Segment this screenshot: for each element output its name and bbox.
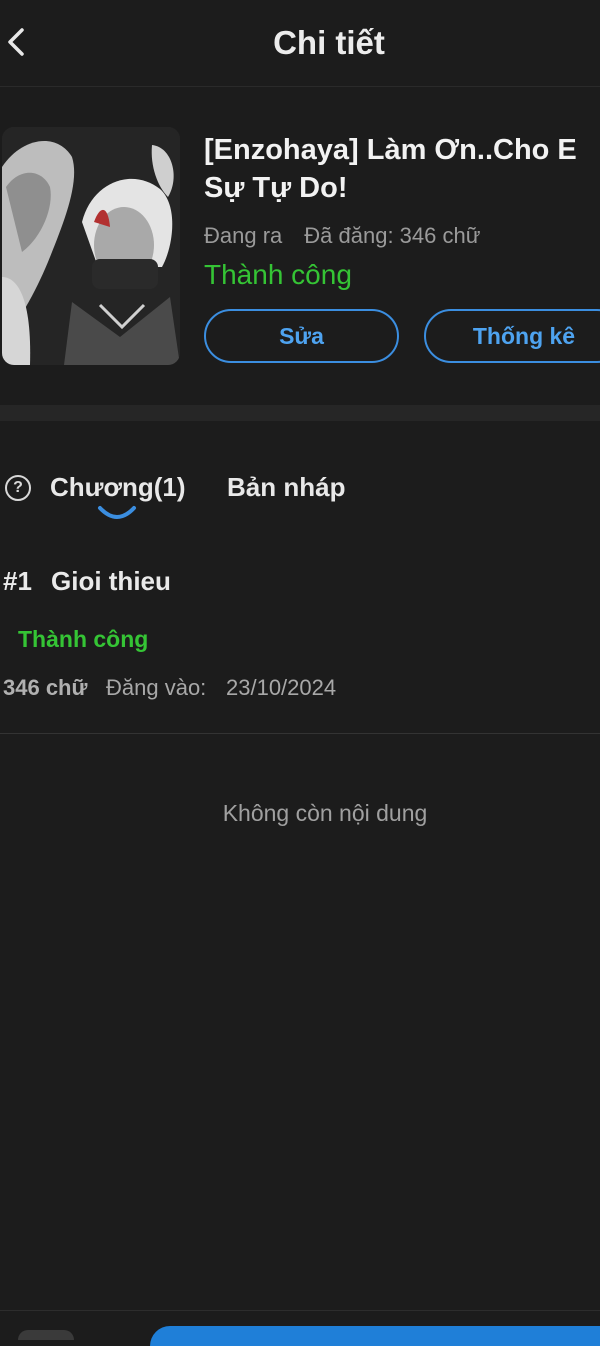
tab-chapters[interactable]: Chương(1) <box>50 472 186 503</box>
bottom-divider <box>0 1310 600 1311</box>
chapter-title: Gioi thieu <box>51 566 171 596</box>
chapter-date: 23/10/2024 <box>226 675 337 700</box>
chapter-status: Thành công <box>18 626 149 652</box>
top-bar: Chi tiết <box>0 0 600 87</box>
chapter-number: #1 <box>3 566 32 596</box>
bottom-secondary-button[interactable] <box>18 1330 74 1340</box>
question-circle-icon[interactable]: ? <box>5 475 31 501</box>
bottom-primary-button[interactable] <box>150 1326 600 1346</box>
tab-drafts[interactable]: Bản nháp <box>227 472 345 503</box>
book-title: [Enzohaya] Làm Ơn..Cho E Sự Tự Do! <box>204 134 577 204</box>
chapter-word-count: 346 chữ <box>3 675 88 700</box>
edit-button[interactable]: Sửa <box>204 309 399 363</box>
chapter-tabs: ? Chương(1) Bản nháp <box>0 462 600 532</box>
chapter-date-label: Đăng vào: <box>106 675 207 700</box>
book-status: Thành công <box>204 259 352 290</box>
book-cover-image[interactable] <box>2 127 180 365</box>
book-meta: Đang ra Đã đăng: 346 chữ <box>204 223 480 249</box>
empty-state-message: Không còn nội dung <box>222 800 428 826</box>
statistics-button[interactable]: Thống kê <box>424 309 600 363</box>
book-summary: [Enzohaya] Làm Ơn..Cho E Sự Tự Do! Đang … <box>0 87 600 405</box>
book-word-count: Đã đăng: 346 chữ <box>304 223 481 248</box>
chapter-item[interactable]: #1 Gioi thieu Thành công 346 chữ Đăng và… <box>0 555 600 734</box>
book-progress: Đang ra <box>204 223 283 248</box>
page-title: Chi tiết <box>273 24 385 61</box>
active-tab-indicator <box>98 506 136 519</box>
section-divider <box>0 405 600 421</box>
